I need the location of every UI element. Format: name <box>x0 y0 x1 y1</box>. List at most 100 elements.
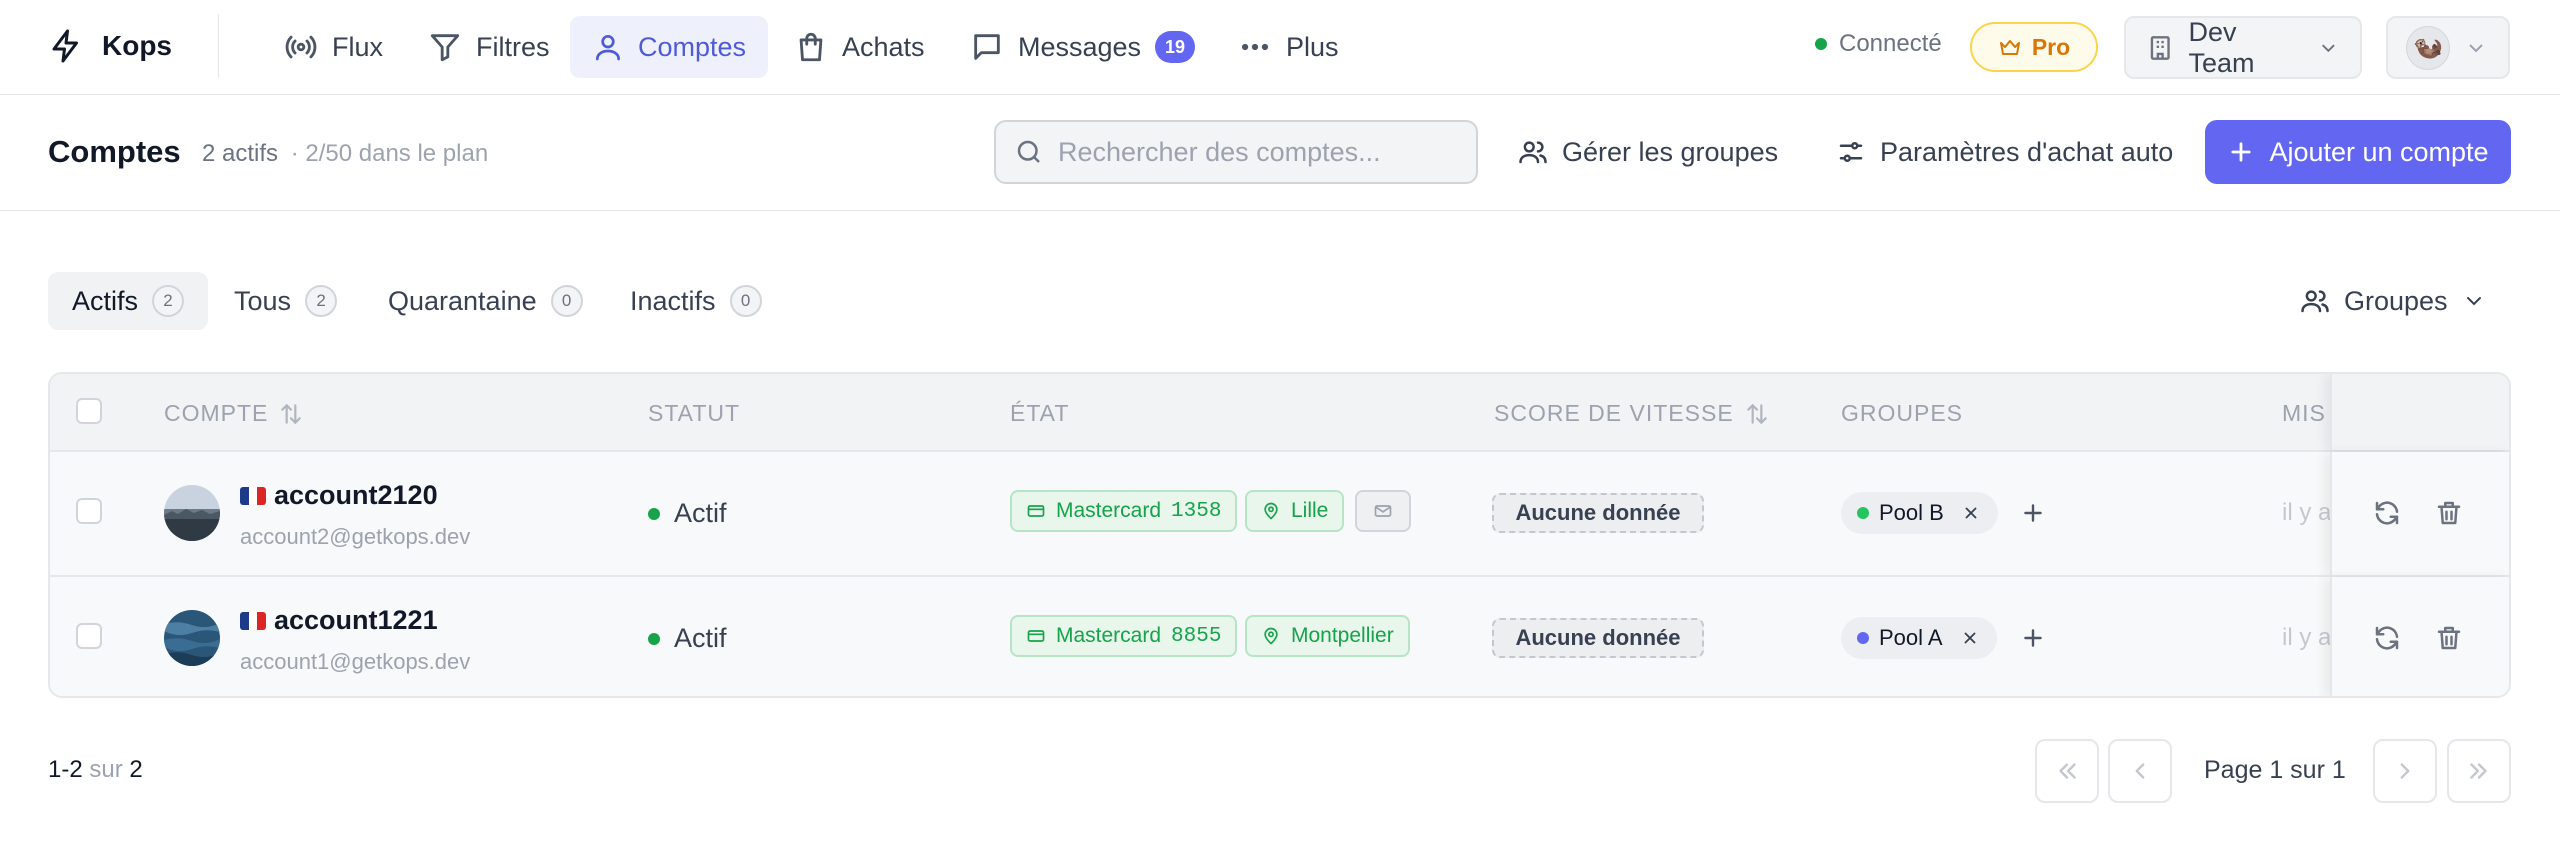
message-icon <box>974 34 1000 60</box>
groups-filter-label: Groupes <box>2344 285 2448 316</box>
mail-chip[interactable] <box>1355 490 1411 532</box>
location-chip[interactable]: Montpellier <box>1245 615 1410 657</box>
connection-status: Connecté <box>1815 30 1942 58</box>
tab-label: Actifs <box>72 285 139 316</box>
trash-icon <box>2437 501 2461 525</box>
avatar: 🦦 <box>2406 25 2450 70</box>
map-pin-icon <box>1264 627 1278 645</box>
delete-button[interactable] <box>2432 496 2466 530</box>
brand[interactable]: Kops <box>48 26 172 66</box>
manage-groups-button[interactable]: Gérer les groupes <box>1518 120 1778 184</box>
next-page-button[interactable] <box>2373 739 2437 803</box>
status-cell: Actif <box>648 623 727 654</box>
card-brand: Mastercard <box>1056 624 1162 647</box>
add-group-button[interactable] <box>2016 621 2050 655</box>
team-name: Dev Team <box>2188 16 2255 78</box>
tab-count: 2 <box>152 285 185 317</box>
status-cell: Actif <box>648 498 727 529</box>
card-brand: Mastercard <box>1056 499 1162 522</box>
tab-quarantaine[interactable]: Quarantaine 0 <box>364 272 607 330</box>
close-icon[interactable] <box>1962 504 1980 522</box>
plus-icon <box>2231 142 2252 162</box>
speed-score-badge: Aucune donnée <box>1492 493 1704 533</box>
status-text: Connecté <box>1839 30 1942 57</box>
top-navigation: Kops Flux Filtres Comptes Achats Message… <box>0 0 2560 95</box>
actions-header <box>2330 374 2509 450</box>
table-header: COMPTE STATUT ÉTAT SCORE DE VITESSE GROU… <box>50 374 2509 452</box>
nav-label: Flux <box>332 31 384 62</box>
nav-item-messages[interactable]: Messages 19 <box>948 16 1217 78</box>
account-avatar <box>164 485 220 541</box>
row-checkbox[interactable] <box>76 623 102 649</box>
nav-item-flux[interactable]: Flux <box>262 16 405 78</box>
auto-purchase-label: Paramètres d'achat auto <box>1880 136 2174 167</box>
nav-divider <box>218 14 219 78</box>
close-icon[interactable] <box>1961 629 1979 647</box>
tab-actifs[interactable]: Actifs 2 <box>48 272 209 330</box>
account-name[interactable]: account1221 <box>240 605 438 636</box>
card-chip[interactable]: Mastercard 8855 <box>1010 615 1238 657</box>
credit-card-icon <box>1027 630 1045 642</box>
search-box[interactable] <box>994 120 1478 184</box>
group-color-dot <box>1857 507 1869 519</box>
first-page-button[interactable] <box>2035 739 2099 803</box>
column-header-statut: STATUT <box>648 400 741 426</box>
tab-count: 2 <box>305 285 338 317</box>
auto-purchase-settings-button[interactable]: Paramètres d'achat auto <box>1836 120 2173 184</box>
group-chip[interactable]: Pool B <box>1841 492 1998 534</box>
sort-icon <box>281 403 302 424</box>
add-group-button[interactable] <box>2016 496 2050 530</box>
page-header: Comptes 2 actifs · 2/50 dans le plan Gér… <box>0 96 2560 211</box>
nav-label: Plus <box>1286 31 1339 62</box>
add-account-button[interactable]: Ajouter un compte <box>2205 120 2511 184</box>
account-email: account2@getkops.dev <box>240 524 471 549</box>
column-header-score[interactable]: SCORE DE VITESSE <box>1494 400 1770 427</box>
team-selector[interactable]: Dev Team <box>2124 16 2362 79</box>
nav-label: Comptes <box>637 31 746 62</box>
nav-item-comptes[interactable]: Comptes <box>570 16 768 78</box>
table-row[interactable]: account1221 account1@getkops.dev Actif M… <box>50 575 2509 696</box>
account-name[interactable]: account2120 <box>240 480 438 511</box>
row-actions <box>2330 577 2509 696</box>
tab-tous[interactable]: Tous 2 <box>210 272 361 330</box>
plan-label: Pro <box>2031 33 2071 60</box>
tab-label: Tous <box>234 285 292 316</box>
delete-button[interactable] <box>2432 621 2466 655</box>
column-header-groupes: GROUPES <box>1841 400 1964 426</box>
nav-item-achats[interactable]: Achats <box>772 16 947 78</box>
refresh-button[interactable] <box>2370 621 2404 655</box>
card-last4: 8855 <box>1171 624 1222 648</box>
search-input[interactable] <box>1058 136 1458 168</box>
group-name: Pool A <box>1879 625 1943 650</box>
chevron-down-icon <box>2322 43 2335 52</box>
tab-count: 0 <box>550 285 583 317</box>
page-meta: 2 actifs · 2/50 dans le plan <box>202 140 488 168</box>
accounts-table: COMPTE STATUT ÉTAT SCORE DE VITESSE GROU… <box>48 372 2511 698</box>
table-row[interactable]: account2120 account2@getkops.dev Actif M… <box>50 452 2509 575</box>
select-all-checkbox[interactable] <box>76 398 102 424</box>
last-page-button[interactable] <box>2447 739 2511 803</box>
pro-badge[interactable]: Pro <box>1970 22 2098 72</box>
previous-page-button[interactable] <box>2108 739 2172 803</box>
messages-count-badge: 19 <box>1155 31 1196 63</box>
speed-score-badge: Aucune donnée <box>1492 618 1704 658</box>
tab-inactifs[interactable]: Inactifs 0 <box>606 272 786 330</box>
sort-icon <box>1746 403 1767 424</box>
sliders-icon <box>1839 142 1863 162</box>
groups-filter-button[interactable]: Groupes <box>2300 272 2486 330</box>
user-menu[interactable]: 🦦 <box>2386 16 2510 79</box>
pagination-range: 1-2 sur 2 <box>48 756 143 783</box>
column-header-compte[interactable]: COMPTE <box>164 400 304 427</box>
card-chip[interactable]: Mastercard 1358 <box>1010 490 1238 532</box>
mail-icon <box>1374 505 1392 517</box>
refresh-button[interactable] <box>2370 496 2404 530</box>
row-checkbox[interactable] <box>76 498 102 524</box>
group-chip[interactable]: Pool A <box>1841 617 1997 659</box>
nav-label: Achats <box>842 31 925 62</box>
location-chip[interactable]: Lille <box>1245 490 1345 532</box>
active-count: 2 actifs <box>202 140 279 167</box>
credit-card-icon <box>1027 505 1045 517</box>
nav-item-plus[interactable]: Plus <box>1216 16 1361 78</box>
account-email: account1@getkops.dev <box>240 649 471 674</box>
nav-item-filtres[interactable]: Filtres <box>406 16 572 78</box>
